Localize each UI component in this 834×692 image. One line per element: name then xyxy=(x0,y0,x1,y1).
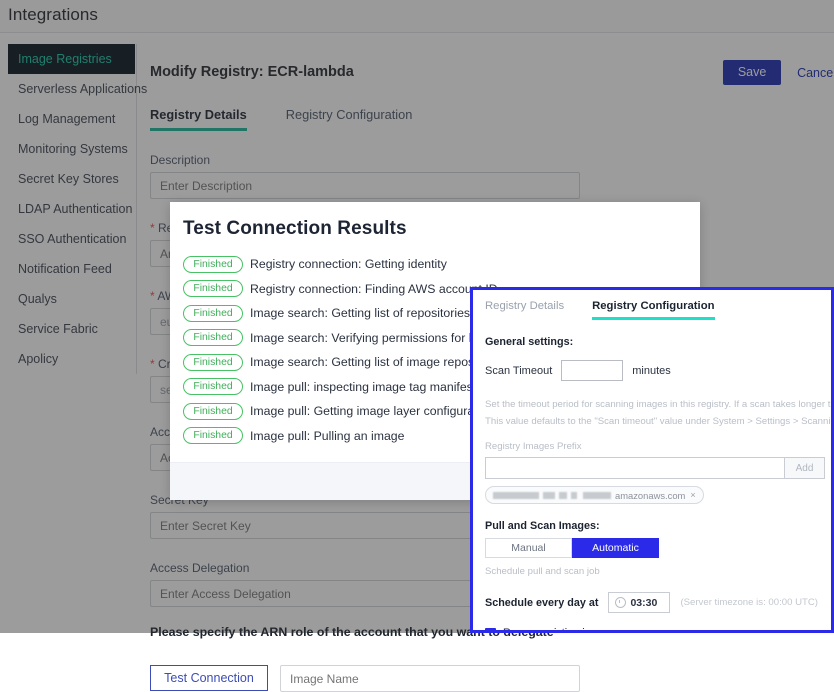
sidebar-item-monitoring-systems[interactable]: Monitoring Systems xyxy=(8,134,136,164)
required-asterisk: * xyxy=(150,357,155,371)
scan-timeout-row: Scan Timeout minutes xyxy=(485,360,819,381)
general-settings-heading: General settings: xyxy=(485,336,574,348)
sidebar-item-sso-authentication[interactable]: SSO Authentication xyxy=(8,224,136,254)
sidebar-item-log-management[interactable]: Log Management xyxy=(8,104,136,134)
rescan-label: Rescan existing images xyxy=(503,627,618,633)
sidebar-item-notification-feed[interactable]: Notification Feed xyxy=(8,254,136,284)
config-tab-registry-details[interactable]: Registry Details xyxy=(485,300,564,320)
sidebar-item-label: Image Registries xyxy=(18,52,112,66)
sidebar-item-label: Service Fabric xyxy=(18,322,98,336)
status-badge: Finished xyxy=(183,304,243,322)
config-body: General settings: Scan Timeout minutes S… xyxy=(473,336,834,633)
pull-scan-automatic-button[interactable]: Automatic xyxy=(572,538,659,558)
sidebar-item-label: Apolicy xyxy=(18,352,59,366)
result-text: Image pull: inspecting image tag manifes… xyxy=(250,379,477,394)
sidebar-item-label: Monitoring Systems xyxy=(18,142,128,156)
close-icon[interactable]: × xyxy=(690,490,695,500)
sidebar-item-label: Qualys xyxy=(18,292,57,306)
add-prefix-button[interactable]: Add xyxy=(785,457,825,479)
form-tabs: Registry Details Registry Configuration xyxy=(150,107,834,131)
description-input[interactable] xyxy=(150,172,580,199)
prefix-chip-label: amazonaws.com xyxy=(615,489,686,501)
registry-configuration-panel: Registry Details Registry Configuration … xyxy=(470,287,834,633)
clock-icon xyxy=(615,597,627,608)
result-text: Registry connection: Finding AWS account… xyxy=(250,281,498,296)
result-row: Finished Registry connection: Getting id… xyxy=(183,252,700,277)
form-actions: Save Cancel xyxy=(723,60,834,85)
required-asterisk: * xyxy=(150,289,155,303)
registry-images-prefix-input[interactable] xyxy=(485,457,785,479)
status-badge: Finished xyxy=(183,329,243,347)
schedule-time-value: 03:30 xyxy=(630,596,658,609)
config-tab-registry-configuration[interactable]: Registry Configuration xyxy=(592,300,715,320)
rescan-labels: Rescan existing images Rescan images tha… xyxy=(503,627,783,633)
registry-images-prefix-row: Add xyxy=(485,457,825,479)
sidebar-item-service-fabric[interactable]: Service Fabric xyxy=(8,314,136,344)
dialog-title: Test Connection Results xyxy=(183,218,407,239)
schedule-row: Schedule every day at 03:30 (Server time… xyxy=(485,592,819,613)
required-asterisk: * xyxy=(150,221,155,235)
sidebar-item-label: Serverless Applications xyxy=(18,82,148,96)
pull-scan-manual-button[interactable]: Manual xyxy=(485,538,572,558)
sidebar-item-label: Log Management xyxy=(18,112,116,126)
sidebar-item-ldap-authentication[interactable]: LDAP Authentication xyxy=(8,194,136,224)
status-badge: Finished xyxy=(183,280,243,298)
schedule-label: Schedule every day at xyxy=(485,596,599,609)
rescan-checkbox[interactable] xyxy=(485,628,496,630)
bottom-action-row: Test Connection xyxy=(150,665,834,692)
result-text: Image search: Getting list of repositori… xyxy=(250,306,471,321)
page-title: Integrations xyxy=(8,5,99,24)
sidebar-item-label: Notification Feed xyxy=(18,262,112,276)
sidebar-item-secret-key-stores[interactable]: Secret Key Stores xyxy=(8,164,136,194)
schedule-time-input[interactable]: 03:30 xyxy=(608,592,671,613)
scan-timeout-label: Scan Timeout xyxy=(485,364,553,377)
minutes-label: minutes xyxy=(632,364,671,377)
redacted-text-icon xyxy=(493,491,611,499)
sidebar-item-image-registries[interactable]: Image Registries xyxy=(8,44,135,74)
result-text: Registry connection: Getting identity xyxy=(250,257,447,272)
sidebar-item-qualys[interactable]: Qualys xyxy=(8,284,136,314)
app-header: Integrations xyxy=(0,0,834,33)
status-badge: Finished xyxy=(183,402,243,420)
sidebar-item-label: Secret Key Stores xyxy=(18,172,119,186)
description-label: Description xyxy=(150,153,211,167)
config-tabs: Registry Details Registry Configuration xyxy=(473,290,831,320)
result-text: Image pull: Pulling an image xyxy=(250,428,405,443)
status-badge: Finished xyxy=(183,378,243,396)
result-text: Image pull: Getting image layer configur… xyxy=(250,404,495,419)
tab-registry-configuration[interactable]: Registry Configuration xyxy=(286,107,413,131)
sidebar-item-apolicy[interactable]: Apolicy xyxy=(8,344,136,374)
prefix-chip: amazonaws.com × xyxy=(485,486,704,504)
timezone-note: (Server timezone is: 00:00 UTC) xyxy=(680,597,818,608)
schedule-hint: Schedule pull and scan job xyxy=(485,566,600,577)
tab-registry-details[interactable]: Registry Details xyxy=(150,107,247,131)
sidebar: Image Registries Serverless Applications… xyxy=(8,44,147,374)
save-button[interactable]: Save xyxy=(723,60,782,85)
image-name-input[interactable] xyxy=(280,665,580,692)
status-badge: Finished xyxy=(183,353,243,371)
scan-timeout-help-line-2: This value defaults to the "Scan timeout… xyxy=(485,416,834,427)
pull-and-scan-heading: Pull and Scan Images: xyxy=(485,520,600,532)
scan-timeout-help-line-1: Set the timeout period for scanning imag… xyxy=(485,399,831,410)
pull-scan-mode-toggle: Manual Automatic xyxy=(485,538,659,558)
rescan-checkbox-row[interactable]: Rescan existing images Rescan images tha… xyxy=(485,627,819,633)
sidebar-item-serverless-applications[interactable]: Serverless Applications xyxy=(8,74,147,104)
scan-timeout-input[interactable] xyxy=(561,360,624,381)
status-badge: Finished xyxy=(183,427,243,445)
sidebar-item-label: LDAP Authentication xyxy=(18,202,133,216)
status-badge: Finished xyxy=(183,255,243,273)
test-connection-button[interactable]: Test Connection xyxy=(150,665,268,691)
sidebar-item-label: SSO Authentication xyxy=(18,232,127,246)
cancel-button[interactable]: Cancel xyxy=(797,66,834,80)
registry-images-prefix-label: Registry Images Prefix xyxy=(485,441,582,452)
